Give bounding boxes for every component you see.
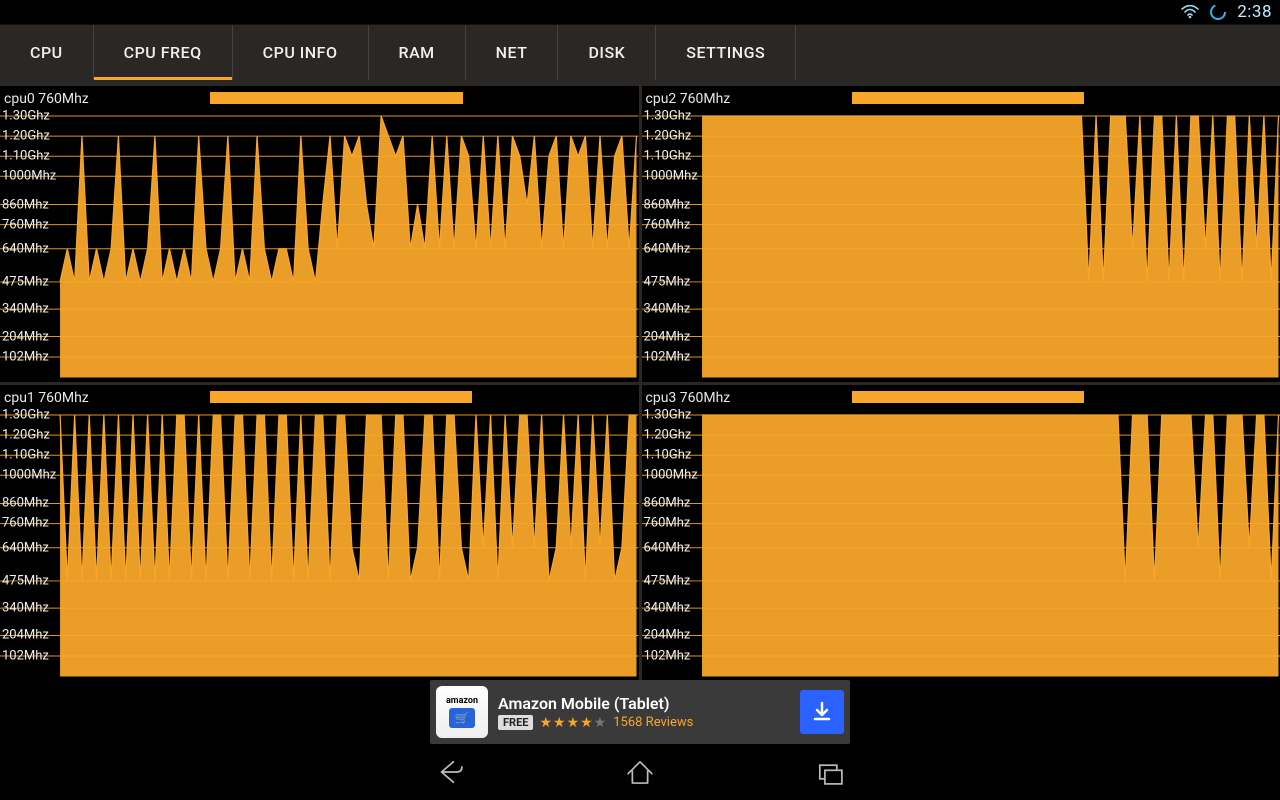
ad-reviews: 1568 Reviews — [613, 715, 693, 730]
nav-bar — [0, 744, 1280, 800]
load-bar — [210, 92, 632, 104]
home-button[interactable] — [620, 752, 660, 792]
ad-app-icon: amazon — [436, 686, 488, 738]
ad-price-badge: FREE — [498, 715, 533, 730]
ad-banner[interactable]: amazon Amazon Mobile (Tablet) FREE ★★★★★… — [430, 680, 850, 744]
tab-net[interactable]: NET — [466, 25, 559, 80]
chart-cpu3: cpu3 760Mhz 102Mhz204Mhz340Mhz475Mhz640M… — [642, 385, 1280, 681]
back-button[interactable] — [430, 752, 470, 792]
sync-icon — [1209, 3, 1227, 21]
chart-cpu1: cpu1 760Mhz 102Mhz204Mhz340Mhz475Mhz640M… — [0, 385, 639, 681]
tab-cpu-info[interactable]: CPU INFO — [233, 25, 369, 80]
load-bar — [852, 92, 1274, 104]
ad-title: Amazon Mobile (Tablet) — [498, 694, 792, 713]
tab-cpu[interactable]: CPU — [0, 25, 94, 80]
ad-download-button[interactable] — [800, 690, 844, 734]
load-bar — [210, 391, 632, 403]
clock: 2:38 — [1237, 2, 1272, 22]
tab-settings[interactable]: SETTINGS — [656, 25, 796, 80]
wifi-icon — [1181, 5, 1199, 19]
tab-disk[interactable]: DISK — [558, 25, 656, 80]
chart-grid: cpu0 760Mhz 102Mhz204Mhz340Mhz475Mhz640M… — [0, 80, 1280, 680]
ad-stars: ★★★★★ — [539, 715, 607, 731]
tab-cpu-freq[interactable]: CPU FREQ — [94, 25, 233, 80]
tab-bar: CPU CPU FREQ CPU INFO RAM NET DISK SETTI… — [0, 24, 1280, 80]
status-bar: 2:38 — [0, 0, 1280, 24]
tab-ram[interactable]: RAM — [369, 25, 466, 80]
load-bar — [852, 391, 1274, 403]
chart-cpu2: cpu2 760Mhz 102Mhz204Mhz340Mhz475Mhz640M… — [642, 86, 1280, 382]
recent-apps-button[interactable] — [810, 752, 850, 792]
chart-cpu0: cpu0 760Mhz 102Mhz204Mhz340Mhz475Mhz640M… — [0, 86, 639, 382]
